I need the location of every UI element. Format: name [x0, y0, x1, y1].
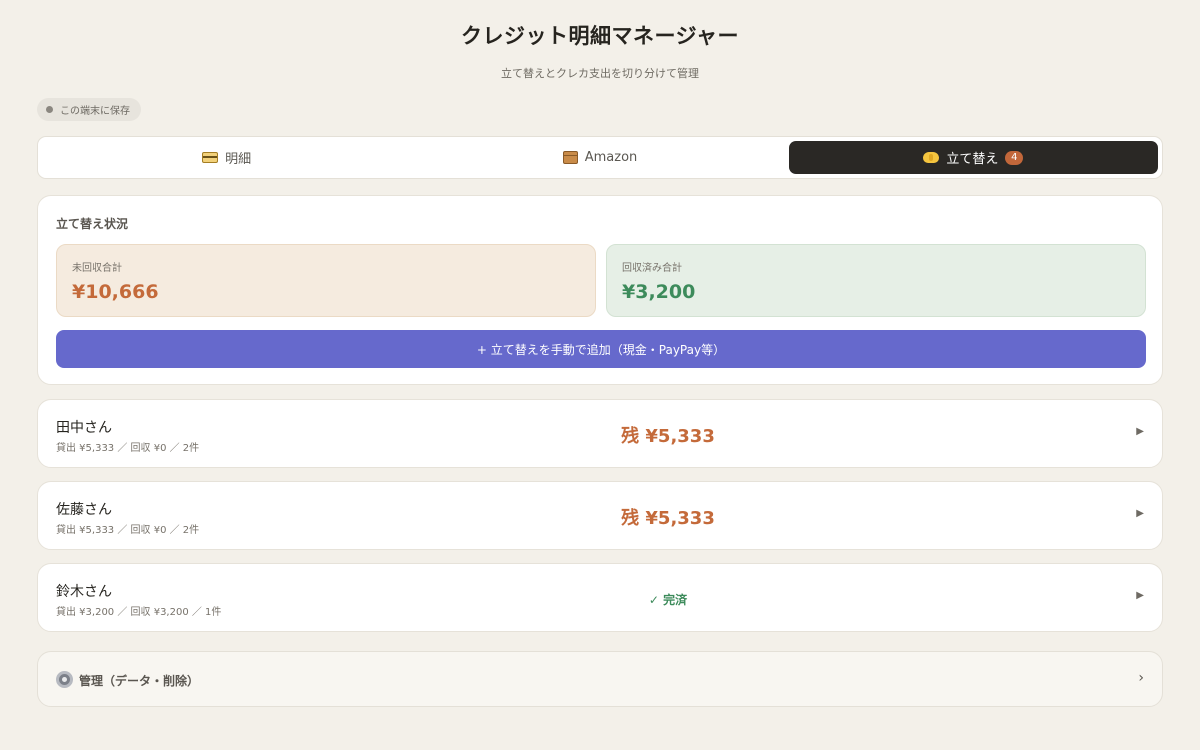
expand-arrow-icon[interactable]: ▶ [1136, 590, 1144, 601]
tab-bar: 明細 Amazon 立て替え 4 [37, 136, 1163, 179]
person-name: 佐藤さん [56, 502, 112, 518]
status-dot-icon [46, 106, 53, 113]
person-name: 田中さん [56, 420, 112, 436]
manage-data-row[interactable]: 管理（データ・削除） › [37, 651, 1163, 707]
tab-advances-label: 立て替え [946, 152, 999, 167]
chevron-right-icon: › [1138, 670, 1144, 686]
add-advance-button[interactable]: + 立て替えを手動で追加（現金・PayPay等） [56, 330, 1146, 368]
expand-arrow-icon[interactable]: ▶ [1136, 426, 1144, 437]
person-row-suzuki[interactable]: 鈴木さん 貸出 ¥3,200 ／ 回収 ¥3,200 ／ 1件 ✓ 完済 ▶ [37, 563, 1163, 632]
person-name: 鈴木さん [56, 584, 112, 600]
person-row-tanaka[interactable]: 田中さん 貸出 ¥5,333 ／ 回収 ¥0 ／ 2件 残 ¥5,333 ▶ [37, 399, 1163, 468]
paid-total-box: 回収済み合計 ¥3,200 [606, 244, 1146, 317]
person-balance: 残 ¥5,333 [621, 426, 715, 447]
person-detail: 貸出 ¥3,200 ／ 回収 ¥3,200 ／ 1件 [56, 607, 222, 618]
storage-status-label: この端末に保存 [60, 106, 130, 117]
tab-statements[interactable]: 明細 [42, 141, 411, 174]
package-icon [562, 151, 578, 164]
tab-advances[interactable]: 立て替え 4 [788, 141, 1158, 174]
manage-data-label: 管理（データ・削除） [79, 674, 200, 688]
unpaid-total-box: 未回収合計 ¥10,666 [56, 244, 596, 317]
handshake-icon [923, 152, 940, 163]
gear-icon [56, 671, 73, 688]
tab-amazon-label: Amazon [584, 150, 638, 165]
storage-status-chip: この端末に保存 [37, 98, 141, 121]
person-balance: 残 ¥5,333 [621, 508, 715, 529]
unpaid-total-label: 未回収合計 [72, 263, 122, 274]
unpaid-total-value: ¥10,666 [72, 281, 159, 303]
advance-summary-card: 立て替え状況 未回収合計 ¥10,666 回収済み合計 ¥3,200 + 立て替… [37, 195, 1163, 385]
page-title: クレジット明細マネージャー [460, 24, 740, 48]
tab-count-badge: 4 [1005, 150, 1024, 165]
app-page: クレジット明細マネージャー 立て替えとクレカ支出を切り分けて管理 この端末に保存… [0, 0, 1200, 750]
tab-amazon[interactable]: Amazon [415, 141, 784, 174]
paid-total-value: ¥3,200 [622, 281, 696, 303]
paid-total-label: 回収済み合計 [622, 263, 682, 274]
person-detail: 貸出 ¥5,333 ／ 回収 ¥0 ／ 2件 [56, 525, 200, 536]
tab-statements-label: 明細 [225, 152, 252, 167]
expand-arrow-icon[interactable]: ▶ [1136, 508, 1144, 519]
person-detail: 貸出 ¥5,333 ／ 回収 ¥0 ／ 2件 [56, 443, 200, 454]
page-subtitle: 立て替えとクレカ支出を切り分けて管理 [501, 67, 699, 80]
credit-card-icon [202, 152, 219, 163]
person-row-sato[interactable]: 佐藤さん 貸出 ¥5,333 ／ 回収 ¥0 ／ 2件 残 ¥5,333 ▶ [37, 481, 1163, 550]
summary-title: 立て替え状況 [56, 217, 129, 231]
settled-status: ✓ 完済 [648, 593, 688, 607]
